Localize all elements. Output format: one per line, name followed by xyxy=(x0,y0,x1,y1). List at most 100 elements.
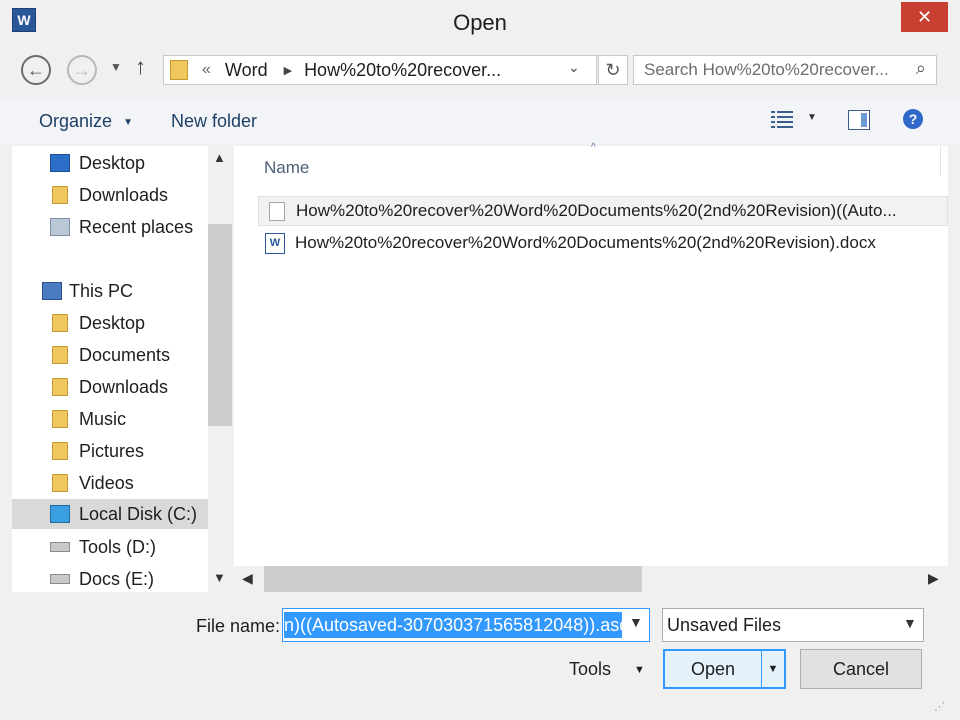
folder-icon xyxy=(52,442,68,460)
word-doc-icon: W xyxy=(265,233,285,254)
chevron-down-icon[interactable]: ▼ xyxy=(629,614,643,630)
navigation-bar: ← → ▼ ↑ « Word ▶ How%20to%20recover... ⌄… xyxy=(12,50,948,90)
sidebar-item-label: Downloads xyxy=(79,184,169,205)
sidebar-item-docs-e[interactable]: Docs (E:) xyxy=(12,564,208,592)
scrollbar-thumb[interactable] xyxy=(208,224,232,426)
sidebar-item-label: Pictures xyxy=(79,440,145,461)
sidebar-item-label: Documents xyxy=(79,344,171,365)
file-list: ^ Name How%20to%20recover%20Word%20Docum… xyxy=(234,142,948,566)
cancel-button[interactable]: Cancel xyxy=(800,649,922,689)
file-name-label: File name: xyxy=(196,616,281,636)
file-name-value: n)((Autosaved-307030371565812048)).asd xyxy=(284,612,622,638)
sidebar-item-label: Videos xyxy=(79,472,134,493)
up-button[interactable]: ↑ xyxy=(135,54,146,80)
tools-button[interactable]: Tools ▼ xyxy=(569,659,645,680)
details-view-icon xyxy=(771,111,793,128)
scroll-right-icon[interactable]: ▶ xyxy=(928,570,939,587)
sidebar-item-tools-d[interactable]: Tools (D:) xyxy=(12,532,208,562)
breadcrumb-word[interactable]: Word xyxy=(225,60,268,81)
sidebar-item-label: Recent places xyxy=(79,216,194,237)
search-input[interactable]: Search How%20to%20recover... ⌕ xyxy=(633,55,937,85)
folder-icon xyxy=(52,474,68,492)
open-button[interactable]: Open xyxy=(663,649,763,689)
address-dropdown-icon[interactable]: ⌄ xyxy=(568,59,580,76)
file-name: How%20to%20recover%20Word%20Documents%20… xyxy=(295,233,876,252)
chevron-down-icon: ▼ xyxy=(634,664,645,677)
sidebar-item-documents[interactable]: Documents xyxy=(12,340,208,370)
folder-icon xyxy=(52,378,68,396)
recent-places-icon xyxy=(50,218,70,236)
file-row-autosaved[interactable]: How%20to%20recover%20Word%20Documents%20… xyxy=(258,196,948,226)
folder-icon xyxy=(52,314,68,332)
pc-icon xyxy=(42,282,62,300)
file-name: How%20to%20recover%20Word%20Documents%20… xyxy=(296,201,897,220)
search-icon: ⌕ xyxy=(915,58,926,78)
scroll-up-icon[interactable]: ▲ xyxy=(213,150,226,165)
address-overflow[interactable]: « xyxy=(202,61,211,79)
help-icon: ? xyxy=(908,111,918,127)
folder-icon xyxy=(52,346,68,364)
new-folder-button[interactable]: New folder xyxy=(171,111,257,132)
tools-label: Tools xyxy=(569,659,612,679)
sidebar-item-downloads[interactable]: Downloads xyxy=(12,180,208,210)
folder-icon xyxy=(170,60,188,80)
sidebar-item-label: Local Disk (C:) xyxy=(79,503,198,524)
resize-grip-icon[interactable]: ⋰ xyxy=(934,700,948,714)
drive-icon xyxy=(50,574,70,584)
file-list-hscrollbar[interactable]: ◀ ▶ xyxy=(234,566,948,592)
sidebar-item-label: Downloads xyxy=(79,376,169,397)
sidebar-item-this-pc[interactable]: This PC xyxy=(12,276,208,306)
sidebar-item-desktop[interactable]: Desktop xyxy=(12,148,208,178)
scroll-down-icon[interactable]: ▼ xyxy=(213,570,226,585)
chevron-down-icon: ▼ xyxy=(767,663,779,675)
file-name-input[interactable]: n)((Autosaved-307030371565812048)).asd ▼ xyxy=(282,608,650,642)
up-arrow-icon: ↑ xyxy=(135,54,146,79)
address-bar[interactable]: « Word ▶ How%20to%20recover... ⌄ xyxy=(163,55,597,85)
chevron-down-icon: ▼ xyxy=(903,615,917,631)
breadcrumb-current[interactable]: How%20to%20recover... xyxy=(304,60,501,81)
open-options-button[interactable]: ▼ xyxy=(761,649,786,689)
sidebar-item-recent-places[interactable]: Recent places xyxy=(12,212,208,242)
sidebar-item-desktop-pc[interactable]: Desktop xyxy=(12,308,208,338)
sidebar-item-music[interactable]: Music xyxy=(12,404,208,434)
sidebar-item-downloads-pc[interactable]: Downloads xyxy=(12,372,208,402)
sort-indicator-icon: ^ xyxy=(591,142,596,153)
preview-pane-button[interactable] xyxy=(848,110,870,130)
navigation-pane: Desktop Downloads Recent places This PC … xyxy=(12,146,222,592)
organize-label: Organize xyxy=(39,111,113,131)
sidebar-item-pictures[interactable]: Pictures xyxy=(12,436,208,466)
sidebar-item-label: Desktop xyxy=(79,312,146,333)
forward-arrow-icon: → xyxy=(73,59,91,80)
file-type-value: Unsaved Files xyxy=(667,615,782,635)
back-button[interactable]: ← xyxy=(21,55,51,85)
forward-button[interactable]: → xyxy=(67,55,97,85)
file-row-docx[interactable]: W How%20to%20recover%20Word%20Documents%… xyxy=(258,229,948,259)
close-button[interactable]: ✕ xyxy=(901,2,948,32)
view-dropdown[interactable]: ▼ xyxy=(807,112,817,123)
sidebar-item-label: Music xyxy=(79,408,127,429)
hscrollbar-thumb[interactable] xyxy=(264,566,642,592)
title-bar: W Open ✕ xyxy=(0,0,960,46)
help-button[interactable]: ? xyxy=(903,109,923,129)
view-options-button[interactable] xyxy=(771,110,793,128)
refresh-icon: ↻ xyxy=(605,59,621,80)
organize-button[interactable]: Organize ▼ xyxy=(39,111,133,132)
breadcrumb-separator-icon: ▶ xyxy=(283,64,293,77)
sidebar-item-label: This PC xyxy=(69,280,134,301)
column-divider xyxy=(940,146,941,176)
scroll-left-icon[interactable]: ◀ xyxy=(242,570,253,587)
recent-locations-dropdown[interactable]: ▼ xyxy=(110,60,122,74)
blank-file-icon xyxy=(269,202,285,221)
chevron-down-icon: ▼ xyxy=(807,112,817,123)
column-header-name[interactable]: Name xyxy=(264,158,309,178)
refresh-button[interactable]: ↻ xyxy=(598,55,628,85)
preview-pane-icon xyxy=(861,113,867,127)
sidebar-scrollbar[interactable]: ▲ ▼ xyxy=(208,146,232,592)
windows-drive-icon xyxy=(50,505,70,523)
command-toolbar: Organize ▼ New folder ▼ ? xyxy=(0,98,960,144)
file-type-select[interactable]: Unsaved Files ▼ xyxy=(662,608,924,642)
desktop-icon xyxy=(50,154,70,172)
sidebar-item-videos[interactable]: Videos xyxy=(12,468,208,498)
folder-icon xyxy=(52,410,68,428)
sidebar-item-local-disk-c[interactable]: Local Disk (C:) xyxy=(12,499,208,529)
